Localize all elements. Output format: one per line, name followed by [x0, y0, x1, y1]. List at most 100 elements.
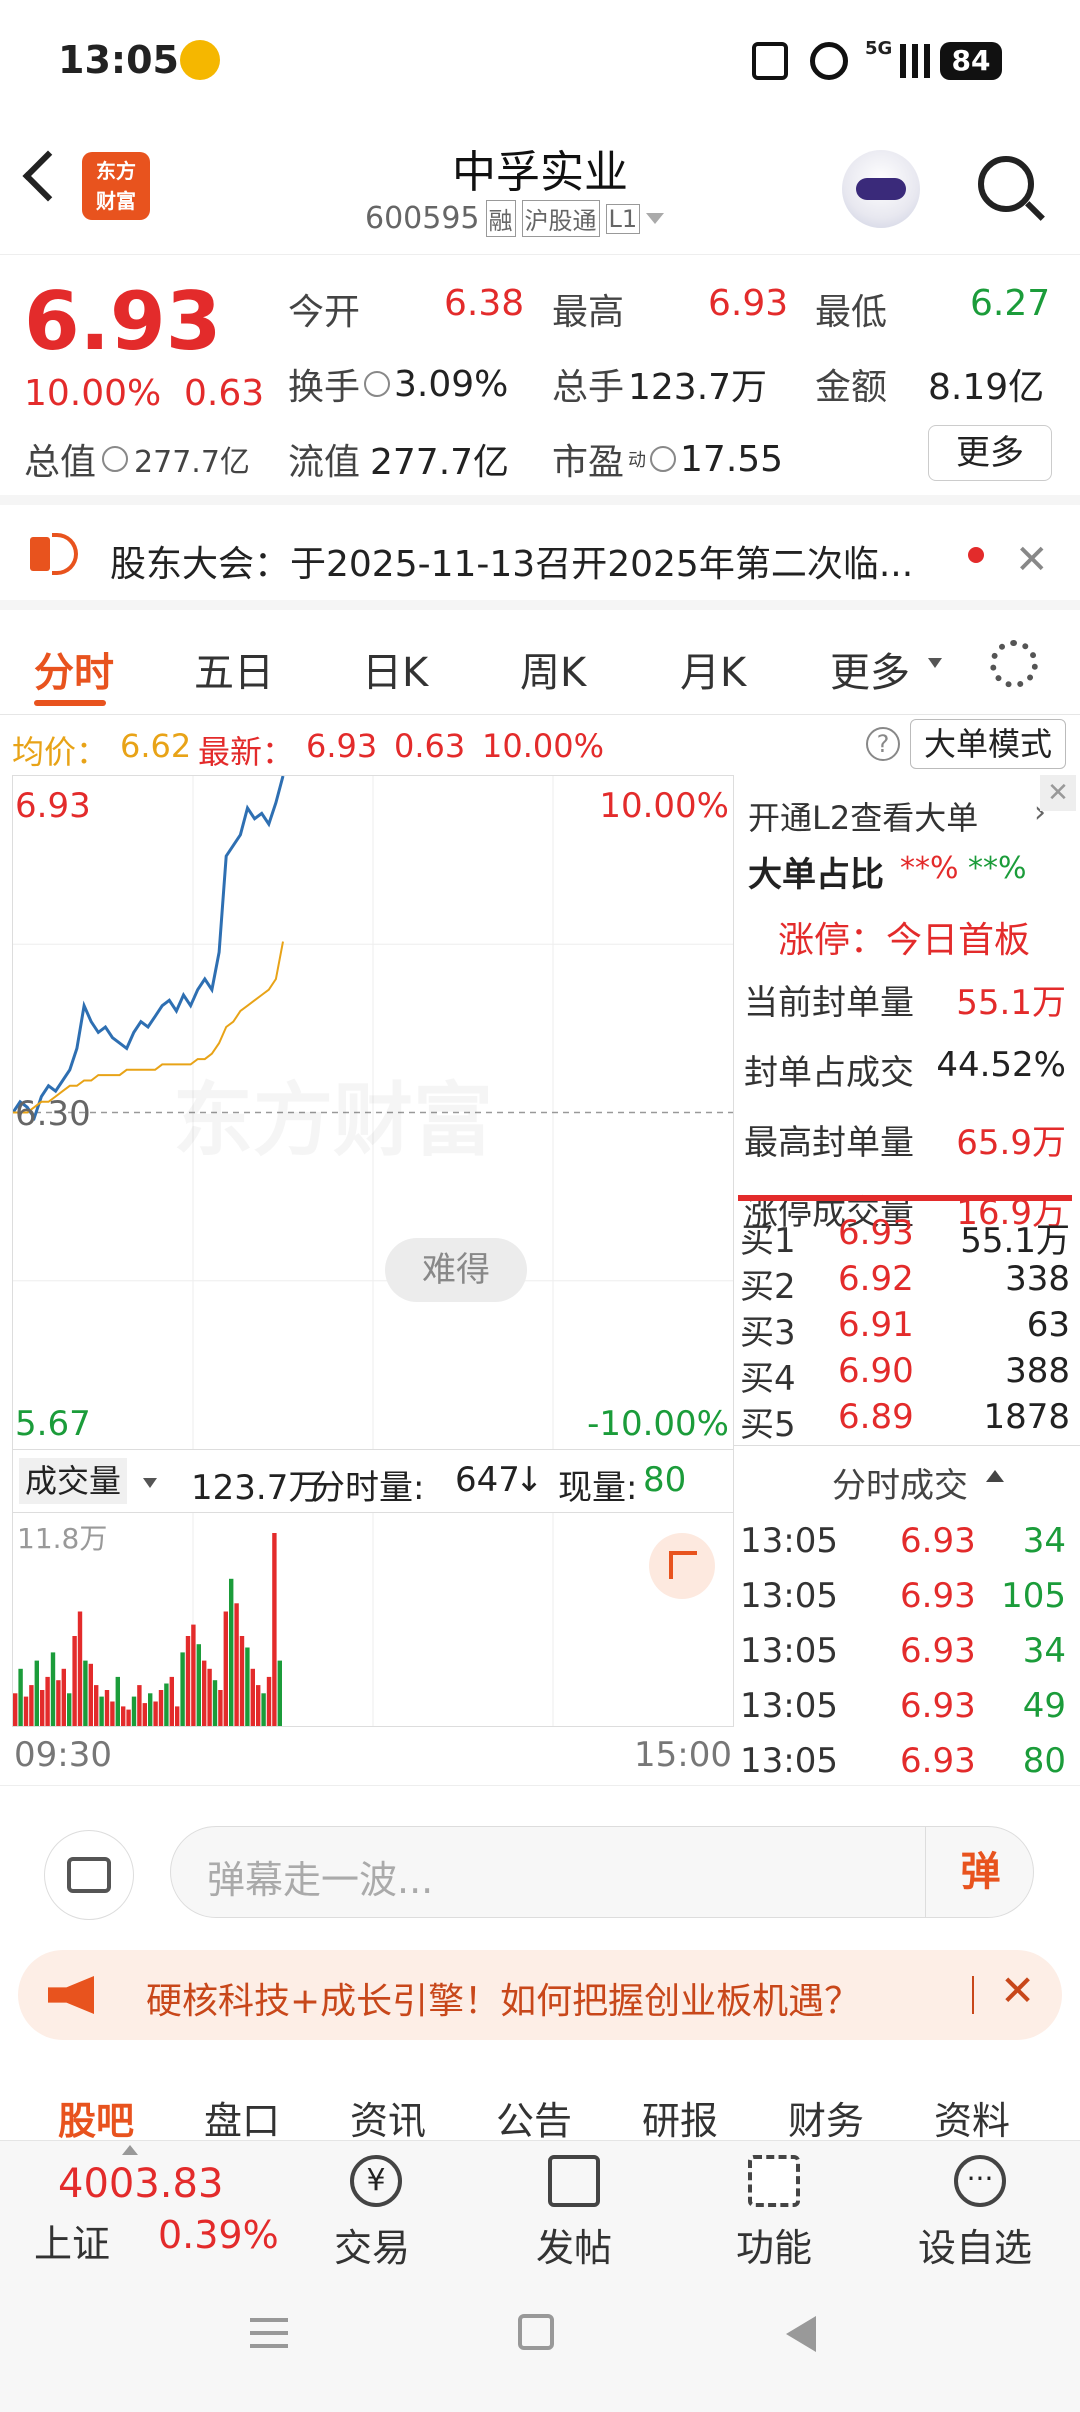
tab-monthly-k[interactable]: 月K: [680, 640, 746, 698]
volume-bar: [207, 1668, 212, 1726]
big-order-mode-button[interactable]: 大单模式: [910, 719, 1066, 769]
trades-header[interactable]: 分时成交: [734, 1445, 1080, 1509]
volume-bar: [131, 1696, 137, 1726]
bid-row[interactable]: 买3 6.91 63: [740, 1305, 1070, 1353]
functions-label: 功能: [736, 2226, 813, 2270]
close-icon[interactable]: ✕: [1015, 537, 1049, 583]
bid-row[interactable]: 买1 6.93 55.1万: [740, 1213, 1070, 1261]
tab-5day[interactable]: 五日: [194, 640, 274, 698]
chart-info-bar: 均价： 6.62 最新： 6.93 0.63 10.00% ? 大单模式: [0, 715, 1080, 775]
speaker-icon-wave: [52, 533, 78, 575]
search-icon-handle: [1025, 201, 1045, 221]
bid-row[interactable]: 买2 6.92 338: [740, 1259, 1070, 1307]
volume-bar: [272, 1533, 277, 1726]
trades-title: 分时成交: [832, 1466, 968, 1506]
expand-icon-corner: [669, 1551, 697, 1579]
tab-intraday[interactable]: 分时: [34, 640, 114, 698]
home-icon[interactable]: [518, 2314, 554, 2350]
stock-code-row[interactable]: 600595 融 沪股通 L1: [365, 200, 665, 237]
chevron-up-icon: [986, 1470, 1004, 1482]
gear-icon[interactable]: [990, 640, 1038, 688]
content-tab[interactable]: 股吧: [58, 2090, 134, 2145]
intraday-chart[interactable]: 6.93 10.00% 6.30 5.67 -10.00% 东方财富 难得: [12, 775, 734, 1450]
functions-button[interactable]: 功能: [720, 2155, 830, 2270]
avg-label: 均价：: [12, 733, 109, 771]
danmu-settings-icon[interactable]: [44, 1830, 134, 1920]
volume-bar: [99, 1696, 104, 1726]
post-button[interactable]: 发帖: [520, 2155, 630, 2270]
robot-avatar[interactable]: [842, 150, 920, 228]
open-value: 6.38: [444, 283, 525, 324]
back-nav-icon[interactable]: [786, 2316, 816, 2352]
promo-banner[interactable]: 硬核科技+成长引擎！如何把握创业板机遇？ ✕: [18, 1950, 1062, 2040]
content-tab[interactable]: 财务: [788, 2090, 864, 2145]
bid-label: 买5: [740, 1405, 796, 1445]
close-icon[interactable]: ✕: [1040, 775, 1076, 811]
danmu-send-button[interactable]: 弹: [925, 1827, 1035, 1917]
content-tab[interactable]: 盘口: [204, 2090, 280, 2145]
bid-price: 6.92: [838, 1259, 914, 1299]
help-icon[interactable]: ?: [866, 727, 900, 761]
volume-bar: [72, 1636, 77, 1726]
add-watchlist-button[interactable]: ··· 设自选: [918, 2155, 1048, 2270]
trade-price: 6.93: [900, 1576, 976, 1616]
bid-row[interactable]: 买5 6.89 1878: [740, 1397, 1070, 1445]
content-tab[interactable]: 研报: [642, 2090, 718, 2145]
tab-more[interactable]: 更多: [830, 640, 910, 698]
status-bar: 13:05 5G 84: [0, 0, 1080, 120]
limit-row-label: 封单占成交: [744, 1053, 914, 1093]
trade-button[interactable]: ¥ 交易: [318, 2155, 428, 2270]
tag-margin: 融: [485, 200, 516, 237]
content-tab[interactable]: 资料: [934, 2090, 1010, 2145]
grid-icon: [748, 2155, 800, 2207]
back-icon[interactable]: [22, 150, 74, 202]
volume-chart[interactable]: 11.8万: [12, 1512, 734, 1727]
volume-select[interactable]: 成交量: [19, 1458, 128, 1504]
big-ratio-label: 大单占比: [748, 855, 884, 895]
volume-bar: [148, 1693, 153, 1726]
limit-row-value: 55.1万: [956, 983, 1066, 1023]
bid-vol: 63: [1026, 1305, 1070, 1345]
volume-bar: [169, 1676, 174, 1726]
more-button[interactable]: 更多: [928, 425, 1052, 481]
side-panel: 开通L2查看大单 › ✕ 大单占比 **% **% 涨停：今日首板 当前封单量 5…: [734, 775, 1080, 1785]
content-tab[interactable]: 公告: [496, 2090, 572, 2145]
volume-bar: [83, 1660, 88, 1726]
volume-max: 11.8万: [17, 1522, 108, 1555]
pe[interactable]: 市盈 动 17.55: [552, 433, 783, 485]
content-tab[interactable]: 资讯: [350, 2090, 426, 2145]
content-tabs: 股吧 盘口 资讯 公告 研报 财务 资料: [0, 2060, 1080, 2143]
notice-bar[interactable]: 股东大会：于2025-11-13召开2025年第二次临... ✕: [0, 515, 1080, 610]
l2-link[interactable]: 开通L2查看大单: [748, 793, 978, 839]
latest-value: 6.93: [306, 727, 378, 765]
bid-label: 买2: [740, 1267, 796, 1307]
volume-bar: [223, 1611, 228, 1726]
tab-daily-k[interactable]: 日K: [362, 640, 428, 698]
turnover[interactable]: 换手 3.09%: [288, 358, 508, 410]
expand-icon[interactable]: [649, 1533, 715, 1599]
volume-bar: [45, 1676, 50, 1726]
minute-vol-label: 分时量:: [311, 1468, 425, 1508]
vol-label: 总手: [552, 367, 625, 408]
status-time: 13:05: [58, 38, 179, 82]
stock-header: 东方 财富 中孚实业 600595 融 沪股通 L1: [0, 120, 1080, 255]
chevron-down-icon: [646, 213, 665, 224]
index-widget[interactable]: 4003.83 上证 0.39%: [0, 2141, 280, 2271]
banner-divider: [972, 1976, 974, 2014]
volume-bar: [250, 1668, 255, 1726]
menu-icon[interactable]: [250, 2318, 288, 2348]
app-logo[interactable]: 东方 财富: [82, 152, 150, 220]
latest-pct: 10.00%: [482, 727, 605, 765]
trade-price: 6.93: [900, 1631, 976, 1671]
danmu-input[interactable]: 弹幕走一波... 弹: [170, 1826, 1034, 1918]
tab-indicator: [34, 700, 106, 706]
post-label: 发帖: [536, 2226, 613, 2270]
mktcap[interactable]: 总值 277.7亿: [24, 433, 250, 485]
big-ratio-green: **%: [968, 851, 1027, 886]
speaker-icon: [30, 537, 50, 571]
tab-weekly-k[interactable]: 周K: [520, 640, 586, 698]
bid-price: 6.93: [838, 1213, 914, 1253]
tag-connect: 沪股通: [521, 200, 600, 237]
close-icon[interactable]: ✕: [1000, 1966, 1035, 2015]
bid-row[interactable]: 买4 6.90 388: [740, 1351, 1070, 1399]
